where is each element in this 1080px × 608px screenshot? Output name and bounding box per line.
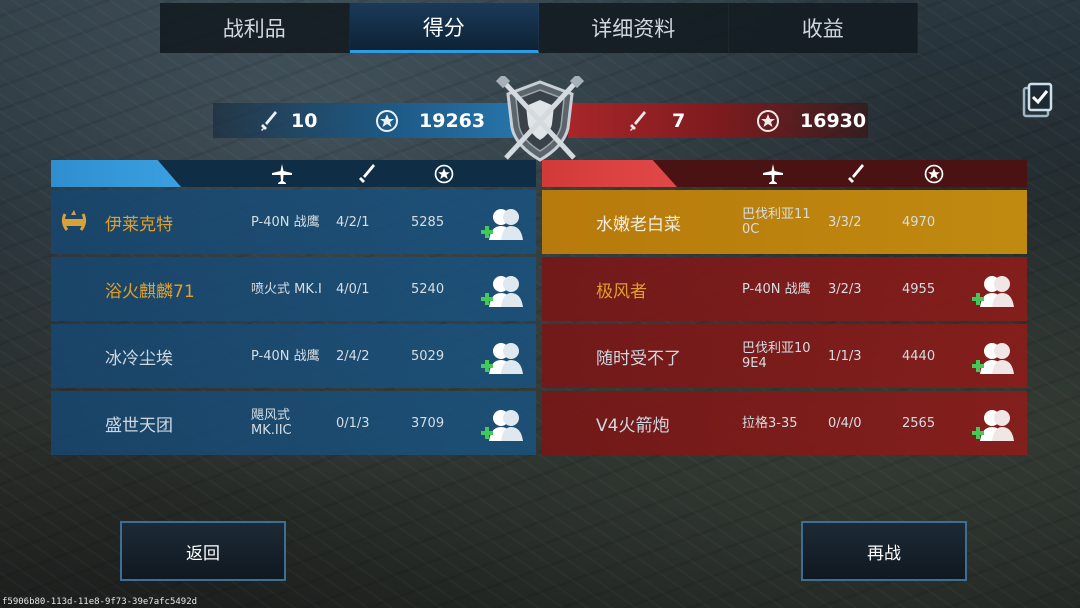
table-row[interactable]: 浴火麒麟71 喷火式 MK.I 4/0/1 5240 xyxy=(51,257,536,321)
player-points: 2565 xyxy=(902,415,936,431)
player-kda: 4/2/1 xyxy=(336,214,370,230)
red-team-header xyxy=(542,160,1027,187)
rematch-button[interactable]: 再战 xyxy=(801,521,967,581)
player-kda: 3/3/2 xyxy=(828,214,862,230)
player-name: V4火箭炮 xyxy=(596,415,670,436)
plane-icon xyxy=(763,164,783,184)
player-kda: 0/4/0 xyxy=(828,415,862,431)
red-points: 16930 xyxy=(800,109,867,132)
player-plane: 飓风式 MK.IIC xyxy=(251,408,292,438)
star-laurel-icon xyxy=(376,110,398,132)
table-row[interactable]: 随时受不了 巴伐利亚10 9E4 1/1/3 4440 xyxy=(542,324,1027,388)
clipboard-check-icon[interactable] xyxy=(1022,82,1054,118)
red-team-panel: 水嫩老白菜 巴伐利亚11 0C 3/3/2 4970 极风者 P-40N 战鹰 … xyxy=(542,160,1027,455)
add-friend-icon[interactable] xyxy=(479,340,525,376)
star-laurel-icon xyxy=(434,164,454,184)
player-plane: 拉格3-35 xyxy=(742,415,798,431)
red-kills: 7 xyxy=(672,109,686,132)
player-name: 浴火麒麟71 xyxy=(105,281,195,302)
player-plane: 喷火式 MK.I xyxy=(251,281,322,297)
plane-icon xyxy=(272,164,292,184)
add-friend-icon[interactable] xyxy=(479,407,525,443)
player-name: 水嫩老白菜 xyxy=(596,214,681,235)
player-kda: 2/4/2 xyxy=(336,348,370,364)
table-row[interactable]: 冰冷尘埃 P-40N 战鹰 2/4/2 5029 xyxy=(51,324,536,388)
sword-icon xyxy=(359,164,375,183)
player-name: 伊莱克特 xyxy=(105,214,173,235)
player-plane: P-40N 战鹰 xyxy=(251,348,320,364)
star-laurel-icon xyxy=(757,110,779,132)
tab-earnings[interactable]: 收益 xyxy=(729,3,918,53)
tab-score[interactable]: 得分 xyxy=(349,3,539,53)
add-friend-icon[interactable] xyxy=(479,206,525,242)
blue-team-header xyxy=(51,160,536,187)
player-points: 5029 xyxy=(411,348,445,364)
player-name: 冰冷尘埃 xyxy=(105,348,173,369)
red-team-stripe xyxy=(542,160,677,187)
table-row[interactable]: 盛世天团 飓风式 MK.IIC 0/1/3 3709 xyxy=(51,391,536,455)
red-score-bar: 7 16930 xyxy=(568,103,868,138)
player-plane: 巴伐利亚11 0C xyxy=(742,207,811,237)
star-laurel-icon xyxy=(924,164,944,184)
player-points: 5285 xyxy=(411,214,445,230)
tab-details[interactable]: 详细资料 xyxy=(539,3,729,53)
blue-score-bar: 10 19263 xyxy=(213,103,513,138)
tab-loot[interactable]: 战利品 xyxy=(160,3,350,53)
blue-team-panel: 伊莱克特 P-40N 战鹰 4/2/1 5285 浴火麒麟71 喷火式 MK.I… xyxy=(51,160,536,455)
add-friend-icon[interactable] xyxy=(479,273,525,309)
sword-icon xyxy=(848,164,864,183)
laurel-badge-icon xyxy=(61,210,87,231)
player-name: 盛世天团 xyxy=(105,415,173,436)
tab-bar: 战利品 得分 详细资料 收益 xyxy=(160,3,918,53)
table-row[interactable]: V4火箭炮 拉格3-35 0/4/0 2565 xyxy=(542,391,1027,455)
player-kda: 3/2/3 xyxy=(828,281,862,297)
table-row[interactable]: 极风者 P-40N 战鹰 3/2/3 4955 xyxy=(542,257,1027,321)
table-row[interactable]: 伊莱克特 P-40N 战鹰 4/2/1 5285 xyxy=(51,190,536,254)
player-kda: 4/0/1 xyxy=(336,281,370,297)
back-button[interactable]: 返回 xyxy=(120,521,286,581)
player-name: 随时受不了 xyxy=(596,348,681,369)
player-points: 3709 xyxy=(411,415,445,431)
player-plane: 巴伐利亚10 9E4 xyxy=(742,341,811,371)
add-friend-icon[interactable] xyxy=(970,273,1016,309)
player-kda: 1/1/3 xyxy=(828,348,862,364)
player-plane: P-40N 战鹰 xyxy=(742,281,811,297)
sword-icon xyxy=(630,111,646,131)
player-name: 极风者 xyxy=(596,281,647,302)
table-row[interactable]: 水嫩老白菜 巴伐利亚11 0C 3/3/2 4970 xyxy=(542,190,1027,254)
player-kda: 0/1/3 xyxy=(336,415,370,431)
player-points: 5240 xyxy=(411,281,445,297)
add-friend-icon[interactable] xyxy=(970,407,1016,443)
blue-points: 19263 xyxy=(419,109,486,132)
blue-kills: 10 xyxy=(291,109,318,132)
player-plane: P-40N 战鹰 xyxy=(251,214,320,230)
sword-icon xyxy=(261,111,277,131)
player-points: 4955 xyxy=(902,281,936,297)
crossed-swords-shield-emblem xyxy=(495,76,585,162)
player-points: 4440 xyxy=(902,348,936,364)
add-friend-icon[interactable] xyxy=(970,340,1016,376)
player-points: 4970 xyxy=(902,214,936,230)
blue-team-stripe xyxy=(51,160,181,187)
session-id: f5906b80-113d-11e8-9f73-39e7afc5492d xyxy=(2,597,198,607)
